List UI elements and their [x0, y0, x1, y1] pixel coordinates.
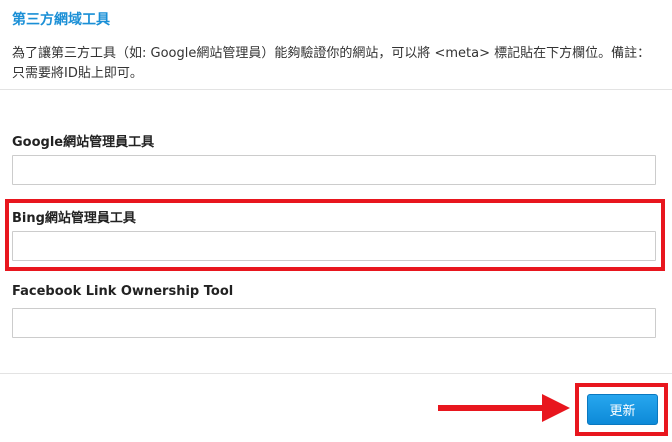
section-description: 為了讓第三方工具（如: Google網站管理員）能夠驗證你的網站，可以將 <me…	[12, 46, 651, 81]
update-button[interactable]: 更新	[587, 394, 658, 425]
bing-webmaster-input[interactable]	[12, 231, 656, 261]
google-webmaster-label: Google網站管理員工具	[12, 135, 155, 150]
arrow-right-icon	[438, 394, 570, 422]
facebook-ownership-input[interactable]	[12, 308, 656, 338]
google-webmaster-input[interactable]	[12, 155, 656, 185]
facebook-ownership-label: Facebook Link Ownership Tool	[12, 284, 234, 299]
bing-webmaster-label: Bing網站管理員工具	[12, 211, 136, 226]
divider-bottom	[0, 373, 672, 374]
divider-top	[0, 89, 672, 90]
section-title: 第三方網域工具	[12, 12, 110, 28]
